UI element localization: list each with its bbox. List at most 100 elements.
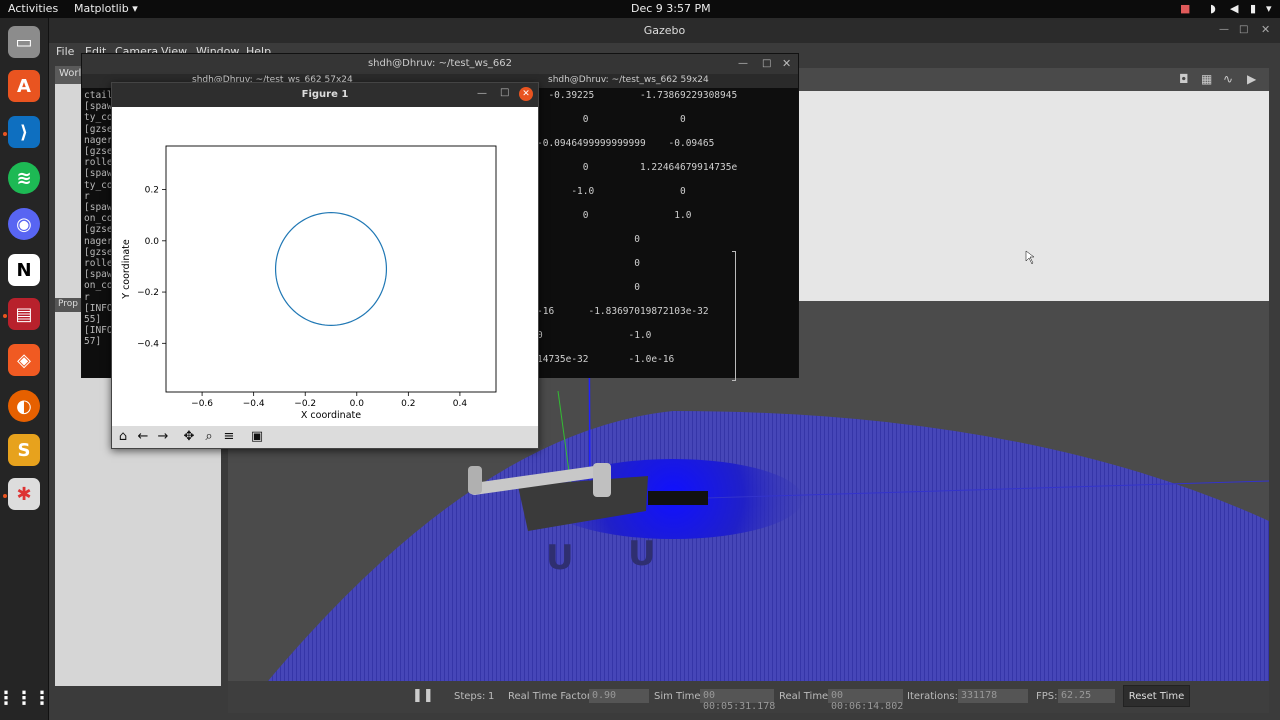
terminal-minimize-icon[interactable]: — bbox=[738, 58, 748, 69]
files-icon[interactable]: ▭ bbox=[8, 26, 40, 58]
steps-label: Steps: bbox=[454, 691, 486, 702]
rtf-label: Real Time Factor: bbox=[508, 691, 595, 702]
clock[interactable]: Dec 9 3:57 PM bbox=[631, 2, 711, 15]
figure-minimize-icon[interactable]: — bbox=[477, 88, 487, 99]
terminal-left-line: rolle bbox=[84, 157, 113, 169]
log-icon[interactable]: ▦ bbox=[1201, 72, 1212, 86]
volume-icon[interactable]: ◀ bbox=[1230, 2, 1238, 15]
zoom-icon[interactable]: ⌕ bbox=[200, 428, 218, 446]
configure-icon[interactable]: ≡ bbox=[220, 428, 238, 446]
desktop: Activities Matplotlib ▾ Dec 9 3:57 PM ■ … bbox=[0, 0, 1280, 720]
iterations-label: Iterations: bbox=[907, 691, 958, 702]
terminal-right-line: 0 bbox=[537, 258, 640, 269]
vscode-icon[interactable]: ⟩ bbox=[8, 116, 40, 148]
top-bar: Activities Matplotlib ▾ Dec 9 3:57 PM ■ … bbox=[0, 0, 1280, 18]
terminal-right-line: 0 -1.0 bbox=[537, 330, 652, 341]
minimize-icon[interactable]: — bbox=[1219, 24, 1229, 35]
terminal-left-line: [spaw bbox=[84, 168, 113, 180]
figure-maximize-icon[interactable]: □ bbox=[500, 87, 509, 98]
firefox-icon[interactable]: ◐ bbox=[8, 390, 40, 422]
terminal-left-line: rolle bbox=[84, 258, 113, 269]
wifi-icon[interactable]: ◗ bbox=[1210, 2, 1216, 15]
robot-gripper bbox=[468, 466, 482, 494]
lidar-sensor bbox=[648, 491, 708, 505]
battery-icon[interactable]: ▮ bbox=[1250, 2, 1256, 15]
plot-svg: −0.6 −0.4 −0.2 0.0 0.2 0.4 −0.4 −0.2 0.0 0.2 X c… bbox=[121, 145, 497, 421]
terminal-right-line: 0 bbox=[537, 282, 640, 293]
y-ticks: −0.4 −0.2 0.0 0.2 bbox=[137, 186, 166, 349]
x-axis-label: X coordinate bbox=[301, 410, 361, 421]
terminal-maximize-icon[interactable]: □ bbox=[762, 58, 771, 69]
pause-icon[interactable]: ❚❚ bbox=[412, 688, 434, 703]
terminal-left-line: [gzse bbox=[84, 246, 113, 258]
record-icon[interactable]: ■ bbox=[1180, 2, 1190, 15]
real-time-label: Real Time: bbox=[779, 691, 832, 702]
reset-time-button[interactable]: Reset Time bbox=[1123, 685, 1190, 707]
plot-icon[interactable]: ∿ bbox=[1223, 72, 1233, 86]
app-menu[interactable]: Matplotlib ▾ bbox=[74, 2, 138, 15]
fps-label: FPS: bbox=[1036, 691, 1058, 702]
terminal-left-line: [spaw bbox=[84, 101, 113, 113]
y-tick-label: −0.4 bbox=[137, 339, 159, 349]
figure-close-icon[interactable]: ✕ bbox=[519, 87, 533, 101]
close-icon[interactable]: ✕ bbox=[1261, 23, 1270, 36]
back-icon[interactable]: ← bbox=[134, 428, 152, 446]
iterations-field: 331178 bbox=[958, 689, 1028, 703]
app-grid-icon[interactable]: ⋮⋮⋮ bbox=[0, 682, 51, 714]
terminal-left-line: [spaw bbox=[84, 269, 113, 281]
terminal-left-line: 55] bbox=[84, 314, 102, 325]
fps-field: 62.25 bbox=[1058, 689, 1115, 703]
discord-icon[interactable]: ◉ bbox=[8, 208, 40, 240]
save-icon[interactable]: ▣ bbox=[248, 428, 266, 446]
home-icon[interactable]: ⌂ bbox=[114, 428, 132, 446]
activities-button[interactable]: Activities bbox=[8, 2, 58, 15]
wheel-left: U bbox=[546, 538, 574, 578]
brave-icon[interactable]: ◈ bbox=[8, 344, 40, 376]
tab-properties[interactable]: Prop bbox=[55, 298, 83, 312]
terminal-right-line: 0 0 bbox=[537, 114, 686, 125]
terminal-right-line: -0.0946499999999999 -0.09465 bbox=[537, 138, 715, 149]
gazebo-icon[interactable]: ✱ bbox=[8, 478, 40, 510]
terminal-left-line: [INFO bbox=[84, 325, 113, 337]
real-time-field: 00 00:06:14.802 bbox=[828, 689, 903, 712]
x-tick-label: −0.2 bbox=[294, 399, 316, 409]
running-indicator bbox=[3, 314, 7, 318]
system-menu-icon[interactable]: ▾ bbox=[1266, 2, 1272, 15]
terminal-left-line: [spaw bbox=[84, 202, 113, 213]
figure-toolbar: ⌂ ← → ✥ ⌕ ≡ ▣ bbox=[112, 426, 538, 448]
steps-value[interactable]: 1 bbox=[488, 691, 494, 702]
figure-window[interactable]: Figure 1 — □ ✕ −0.6 −0.4 −0.2 0.0 0.2 0.4 −0.… bbox=[111, 82, 539, 449]
terminal-left-line: ty_co bbox=[84, 112, 113, 124]
terminal-left-line: on_co bbox=[84, 280, 113, 292]
camera-icon[interactable]: ◘ bbox=[1179, 72, 1189, 86]
maximize-icon[interactable]: □ bbox=[1239, 24, 1248, 35]
terminal-close-icon[interactable]: ✕ bbox=[782, 57, 791, 70]
figure-canvas[interactable]: −0.6 −0.4 −0.2 0.0 0.2 0.4 −0.4 −0.2 0.0 0.2 X c… bbox=[112, 107, 538, 426]
notion-icon[interactable]: N bbox=[8, 254, 40, 286]
y-tick-label: 0.0 bbox=[145, 237, 160, 247]
terminal-left-line: 57] bbox=[84, 336, 102, 348]
running-indicator bbox=[3, 132, 7, 136]
figure-title: Figure 1 bbox=[112, 83, 538, 107]
video-icon[interactable]: ▶ bbox=[1247, 72, 1256, 86]
spotify-icon[interactable]: ≋ bbox=[8, 162, 40, 194]
terminal-right-line: -0.39225 -1.73869229308945 bbox=[537, 90, 738, 101]
software-icon[interactable]: A bbox=[8, 70, 40, 102]
x-ticks: −0.6 −0.4 −0.2 0.0 0.2 0.4 bbox=[191, 392, 467, 409]
wheel-right: U bbox=[628, 534, 656, 574]
menu-file[interactable]: File bbox=[56, 45, 74, 58]
terminal-app-icon[interactable]: ▤ bbox=[8, 298, 40, 330]
terminal-tab-right[interactable]: shdh@Dhruv: ~/test_ws_662 59x24 bbox=[548, 75, 709, 85]
terminal-left-line: nager bbox=[84, 134, 113, 146]
terminal-left-line: [gzse bbox=[84, 224, 113, 236]
terminal-right-line: -16 -1.83697019872103e-32 bbox=[537, 306, 709, 317]
terminal-left-line: [gzse bbox=[84, 146, 113, 157]
pan-icon[interactable]: ✥ bbox=[180, 428, 198, 446]
y-axis-label: Y coordinate bbox=[121, 239, 132, 300]
forward-icon[interactable]: → bbox=[154, 428, 172, 446]
sim-time-label: Sim Time: bbox=[654, 691, 704, 702]
rtf-field: 0.90 bbox=[589, 689, 649, 703]
sim-status-bar: ❚❚ Steps: 1 Real Time Factor: 0.90 Sim T… bbox=[228, 681, 1269, 713]
sublime-icon[interactable]: S bbox=[8, 434, 40, 466]
terminal-right-line: 0 1.22464679914735e bbox=[537, 162, 738, 173]
